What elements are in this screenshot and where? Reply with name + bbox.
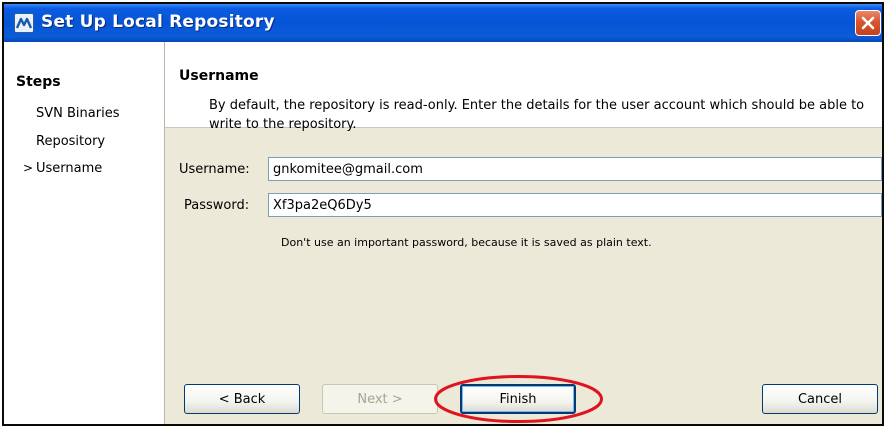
back-button[interactable]: < Back <box>184 384 300 414</box>
window-title: Set Up Local Repository <box>41 12 275 32</box>
close-button[interactable] <box>855 10 881 36</box>
step-label: SVN Binaries <box>36 106 120 121</box>
step-label: Repository <box>36 134 106 149</box>
step-username-current: > Username <box>23 161 102 176</box>
finish-button[interactable]: Finish <box>460 384 576 414</box>
app-icon <box>14 13 34 33</box>
username-label: Username: <box>179 162 250 177</box>
cancel-button[interactable]: Cancel <box>762 384 878 414</box>
current-step-chevron-icon: > <box>23 161 34 175</box>
steps-panel: Steps SVN Binaries Repository > Username <box>4 42 165 424</box>
password-field[interactable] <box>268 193 882 217</box>
content-header: Username By default, the repository is r… <box>165 42 882 132</box>
title-bar[interactable]: Set Up Local Repository <box>4 4 882 42</box>
step-svn-binaries: SVN Binaries <box>23 106 119 121</box>
username-field[interactable] <box>268 157 882 181</box>
section-title: Username <box>179 68 259 84</box>
step-repository: Repository <box>23 134 105 149</box>
password-label: Password: <box>184 198 250 213</box>
setup-dialog: Set Up Local Repository Steps SVN Binari… <box>2 2 884 426</box>
section-description: By default, the repository is read-only.… <box>209 98 865 132</box>
step-label: Username <box>36 161 103 176</box>
close-icon <box>861 16 875 30</box>
steps-heading: Steps <box>16 74 61 90</box>
password-hint: Don't use an important password, because… <box>281 236 652 249</box>
next-button[interactable]: Next > <box>322 384 438 414</box>
